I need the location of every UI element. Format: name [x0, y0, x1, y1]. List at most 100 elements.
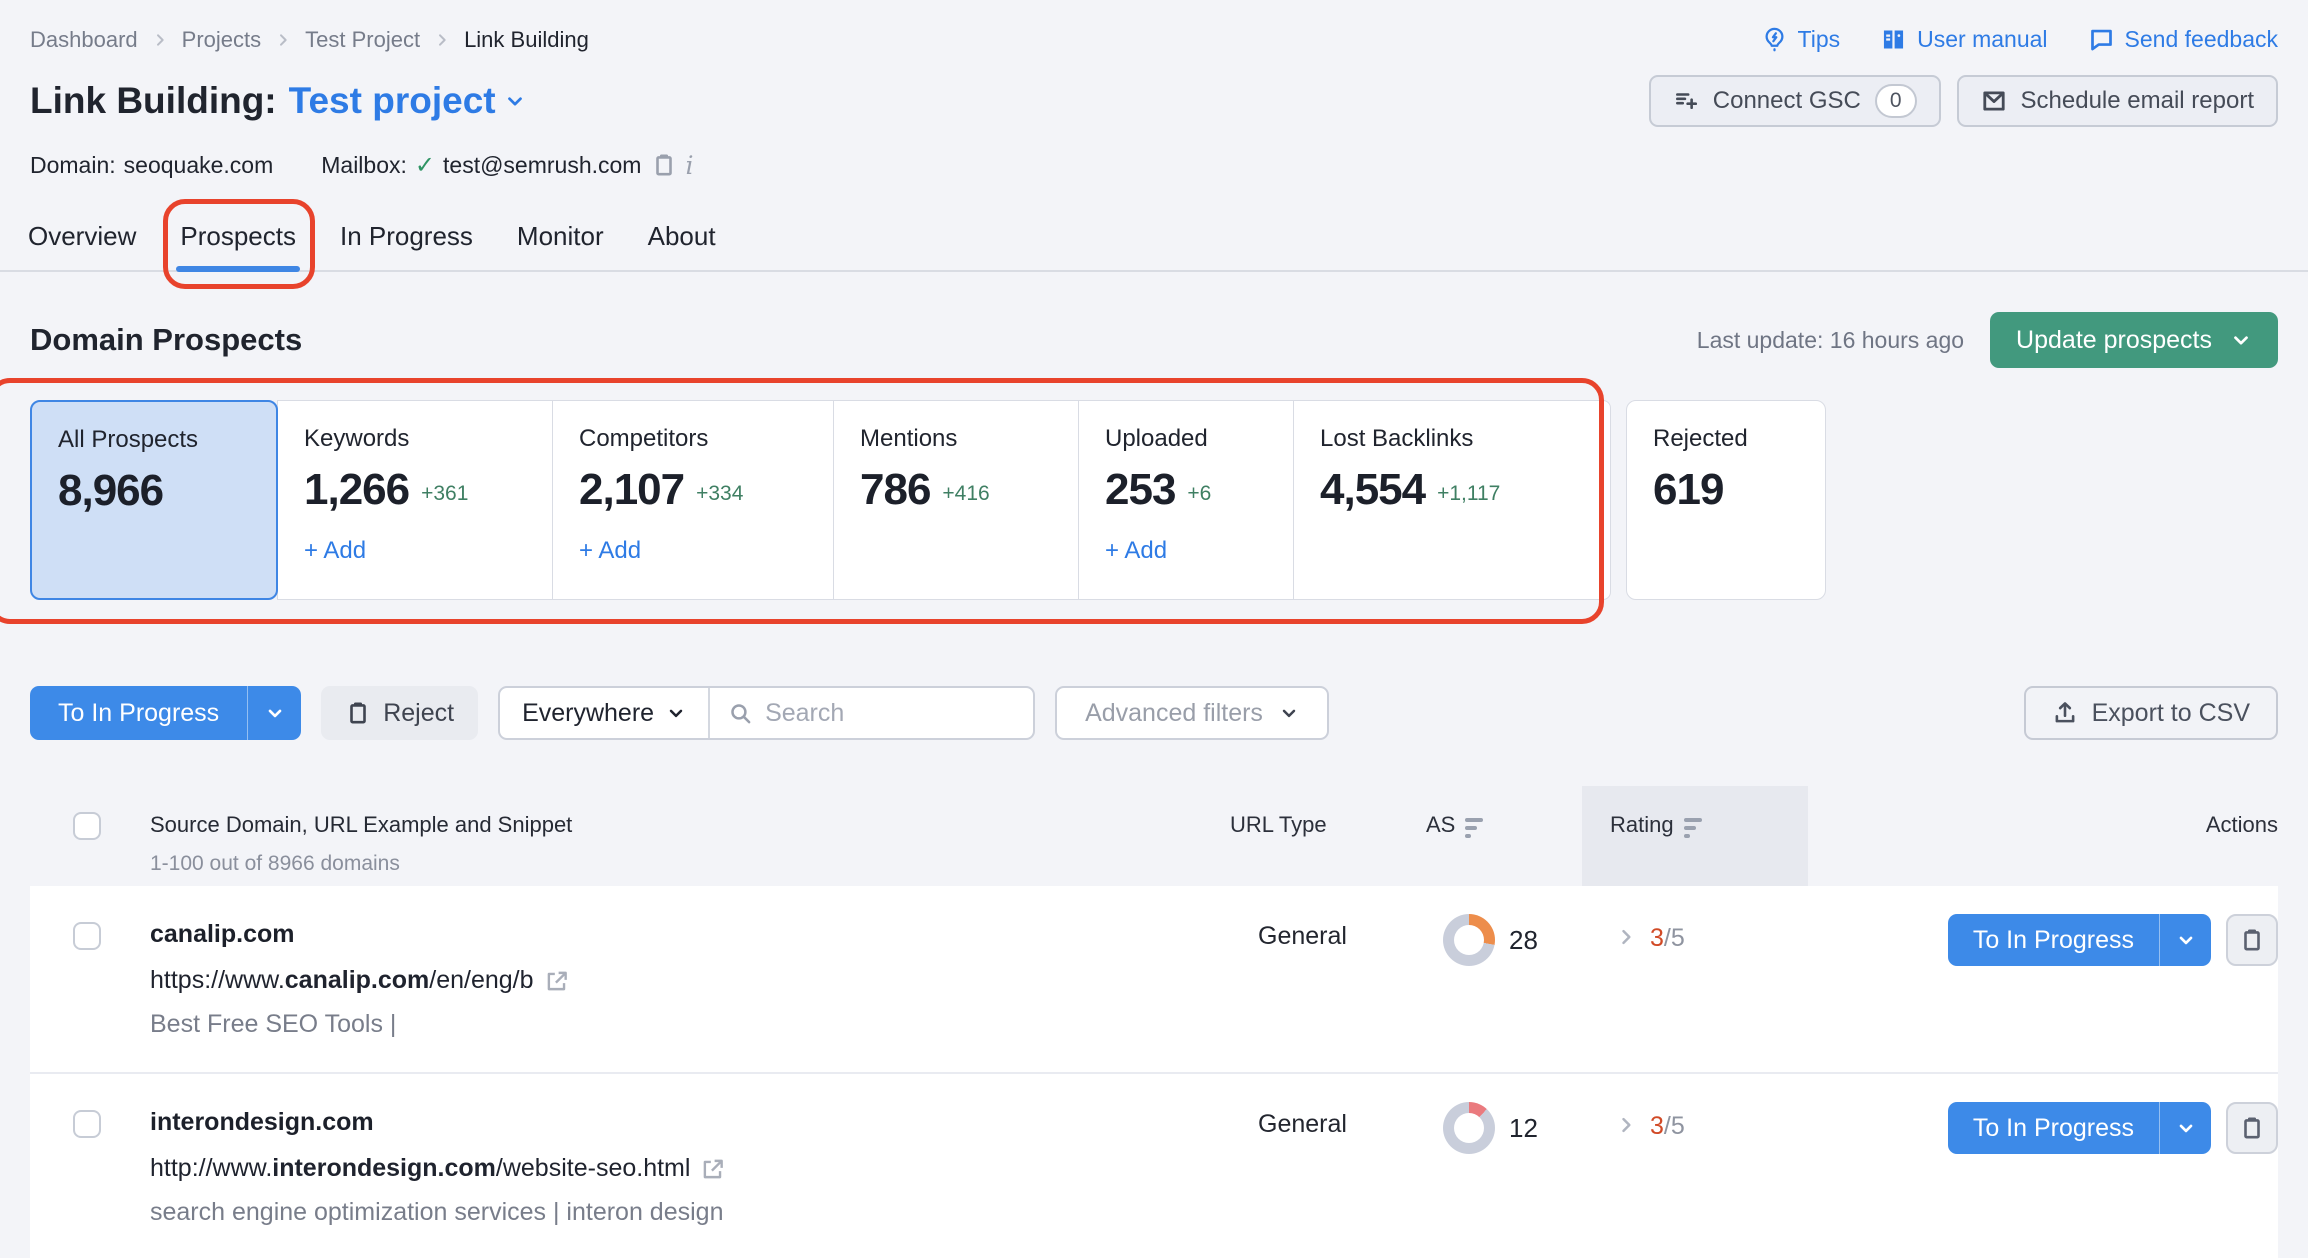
list-plus-icon — [1673, 88, 1699, 114]
column-url-type: URL Type — [1230, 812, 1327, 837]
row-rating[interactable]: 3/5 — [1582, 1074, 1808, 1258]
remove-mailbox-button[interactable] — [651, 152, 677, 178]
search-icon — [728, 701, 753, 726]
column-rating[interactable]: Rating — [1582, 786, 1808, 886]
verified-check-icon: ✓ — [414, 151, 436, 179]
section-title: Domain Prospects — [30, 322, 303, 357]
tab-monitor[interactable]: Monitor — [515, 207, 606, 270]
row-authority-score: 12 — [1426, 1074, 1582, 1154]
card-competitors[interactable]: Competitors 2,107 +334 + Add — [552, 400, 834, 600]
export-to-csv-button[interactable]: Export to CSV — [2023, 686, 2278, 740]
row-to-in-progress-button[interactable]: To In Progress — [1947, 914, 2211, 966]
update-prospects-button[interactable]: Update prospects — [1990, 312, 2278, 368]
add-uploaded-link[interactable]: + Add — [1105, 537, 1167, 565]
breadcrumb-test-project[interactable]: Test Project — [305, 27, 420, 53]
search-scope-select[interactable]: Everywhere — [500, 688, 711, 738]
table-toolbar: To In Progress Reject Everywhere Advance… — [0, 686, 2308, 740]
tab-overview[interactable]: Overview — [26, 207, 138, 270]
mailbox-email: test@semrush.com — [443, 151, 642, 178]
trash-icon — [345, 700, 371, 726]
reject-button[interactable]: Reject — [321, 686, 479, 740]
card-all-prospects[interactable]: All Prospects 8,966 — [30, 400, 278, 600]
project-selector[interactable]: Test project — [289, 80, 526, 122]
row-delete-button[interactable] — [2226, 914, 2278, 966]
authority-score-donut — [1443, 914, 1495, 966]
book-icon — [1880, 26, 1907, 53]
delta-badge: +361 — [421, 482, 469, 505]
search-input[interactable] — [765, 698, 1016, 728]
row-snippet: search engine optimization services | in… — [150, 1198, 724, 1226]
card-rejected[interactable]: Rejected 619 — [1626, 400, 1826, 600]
chevron-right-icon[interactable] — [1616, 1115, 1636, 1135]
card-uploaded[interactable]: Uploaded 253 +6 + Add — [1078, 400, 1294, 600]
sort-icon[interactable] — [1465, 818, 1484, 838]
trash-icon — [2239, 1115, 2265, 1141]
column-as[interactable]: AS — [1426, 786, 1582, 886]
chevron-down-icon[interactable] — [247, 686, 301, 740]
card-mentions[interactable]: Mentions 786 +416 — [833, 400, 1079, 600]
envelope-icon — [1981, 88, 2007, 114]
add-competitors-link[interactable]: + Add — [579, 537, 641, 565]
row-checkbox[interactable] — [73, 1110, 101, 1138]
prospects-table: Source Domain, URL Example and Snippet 1… — [30, 786, 2278, 1258]
row-to-in-progress-button[interactable]: To In Progress — [1947, 1102, 2211, 1154]
to-in-progress-bulk-button[interactable]: To In Progress — [30, 686, 302, 740]
trash-icon — [651, 152, 677, 178]
connect-gsc-button[interactable]: Connect GSC 0 — [1648, 75, 1941, 127]
row-count-text: 1-100 out of 8966 domains — [150, 852, 400, 875]
add-keywords-link[interactable]: + Add — [304, 537, 366, 565]
sort-icon[interactable] — [1683, 818, 1702, 838]
send-feedback-link[interactable]: Send feedback — [2088, 26, 2278, 53]
chevron-right-icon[interactable] — [1616, 927, 1636, 947]
domain-info: Domain: seoquake.com — [30, 151, 274, 178]
link-building-page: Dashboard Projects Test Project Link Bui… — [0, 0, 2308, 1258]
tab-about[interactable]: About — [646, 207, 718, 270]
user-manual-link[interactable]: User manual — [1880, 26, 2048, 53]
table-row: canalip.com https://www.canalip.com/en/e… — [30, 886, 2278, 1074]
prospect-source-cards: All Prospects 8,966 Keywords 1,266 +361 +… — [0, 378, 2308, 624]
tips-link[interactable]: Tips — [1761, 26, 1840, 53]
chevron-down-icon[interactable] — [2159, 914, 2211, 966]
row-domain[interactable]: interondesign.com — [150, 1108, 1230, 1137]
breadcrumb: Dashboard Projects Test Project Link Bui… — [30, 27, 589, 53]
select-all-checkbox[interactable] — [73, 812, 101, 840]
chevron-right-icon — [434, 32, 450, 48]
delta-badge: +1,117 — [1437, 482, 1501, 505]
row-authority-score: 28 — [1426, 886, 1582, 966]
row-checkbox[interactable] — [73, 922, 101, 950]
card-keywords[interactable]: Keywords 1,266 +361 + Add — [277, 400, 553, 600]
external-link-icon[interactable] — [700, 1156, 726, 1182]
chevron-down-icon[interactable] — [2159, 1102, 2211, 1154]
page-title: Link Building: Test project — [30, 80, 526, 122]
breadcrumb-projects[interactable]: Projects — [182, 27, 261, 53]
card-lost-backlinks[interactable]: Lost Backlinks 4,554 +1,117 — [1293, 400, 1611, 600]
table-header: Source Domain, URL Example and Snippet 1… — [30, 786, 2278, 886]
upload-icon — [2052, 700, 2078, 726]
advanced-filters-button[interactable]: Advanced filters — [1055, 686, 1329, 740]
row-url: https://www.canalip.com/en/eng/b — [150, 966, 1230, 995]
row-domain[interactable]: canalip.com — [150, 920, 1230, 949]
chevron-right-icon — [275, 32, 291, 48]
tab-in-progress[interactable]: In Progress — [338, 207, 475, 270]
breadcrumb-dashboard[interactable]: Dashboard — [30, 27, 138, 53]
row-delete-button[interactable] — [2226, 1102, 2278, 1154]
chevron-down-icon — [1279, 703, 1299, 723]
info-icon[interactable]: i — [685, 151, 693, 180]
delta-badge: +416 — [942, 482, 990, 505]
trash-icon — [2239, 927, 2265, 953]
mailbox-info: Mailbox: ✓ test@semrush.com i — [321, 150, 694, 180]
external-link-icon[interactable] — [544, 968, 570, 994]
tab-bar: Overview Prospects In Progress Monitor A… — [0, 199, 2308, 289]
gsc-count-badge: 0 — [1874, 84, 1917, 118]
row-rating[interactable]: 3/5 — [1582, 886, 1808, 1072]
row-url-type: General — [1258, 1110, 1347, 1138]
speech-bubble-icon — [2088, 26, 2115, 53]
column-source-domain: Source Domain, URL Example and Snippet — [150, 812, 573, 837]
schedule-email-report-button[interactable]: Schedule email report — [1956, 75, 2278, 127]
authority-score-donut — [1443, 1102, 1495, 1154]
tab-prospects[interactable]: Prospects — [176, 207, 300, 272]
last-update-text: Last update: 16 hours ago — [1696, 326, 1965, 353]
chevron-right-icon — [152, 32, 168, 48]
chevron-down-icon — [504, 90, 526, 112]
table-row: interondesign.com http://www.interondesi… — [30, 1074, 2278, 1258]
